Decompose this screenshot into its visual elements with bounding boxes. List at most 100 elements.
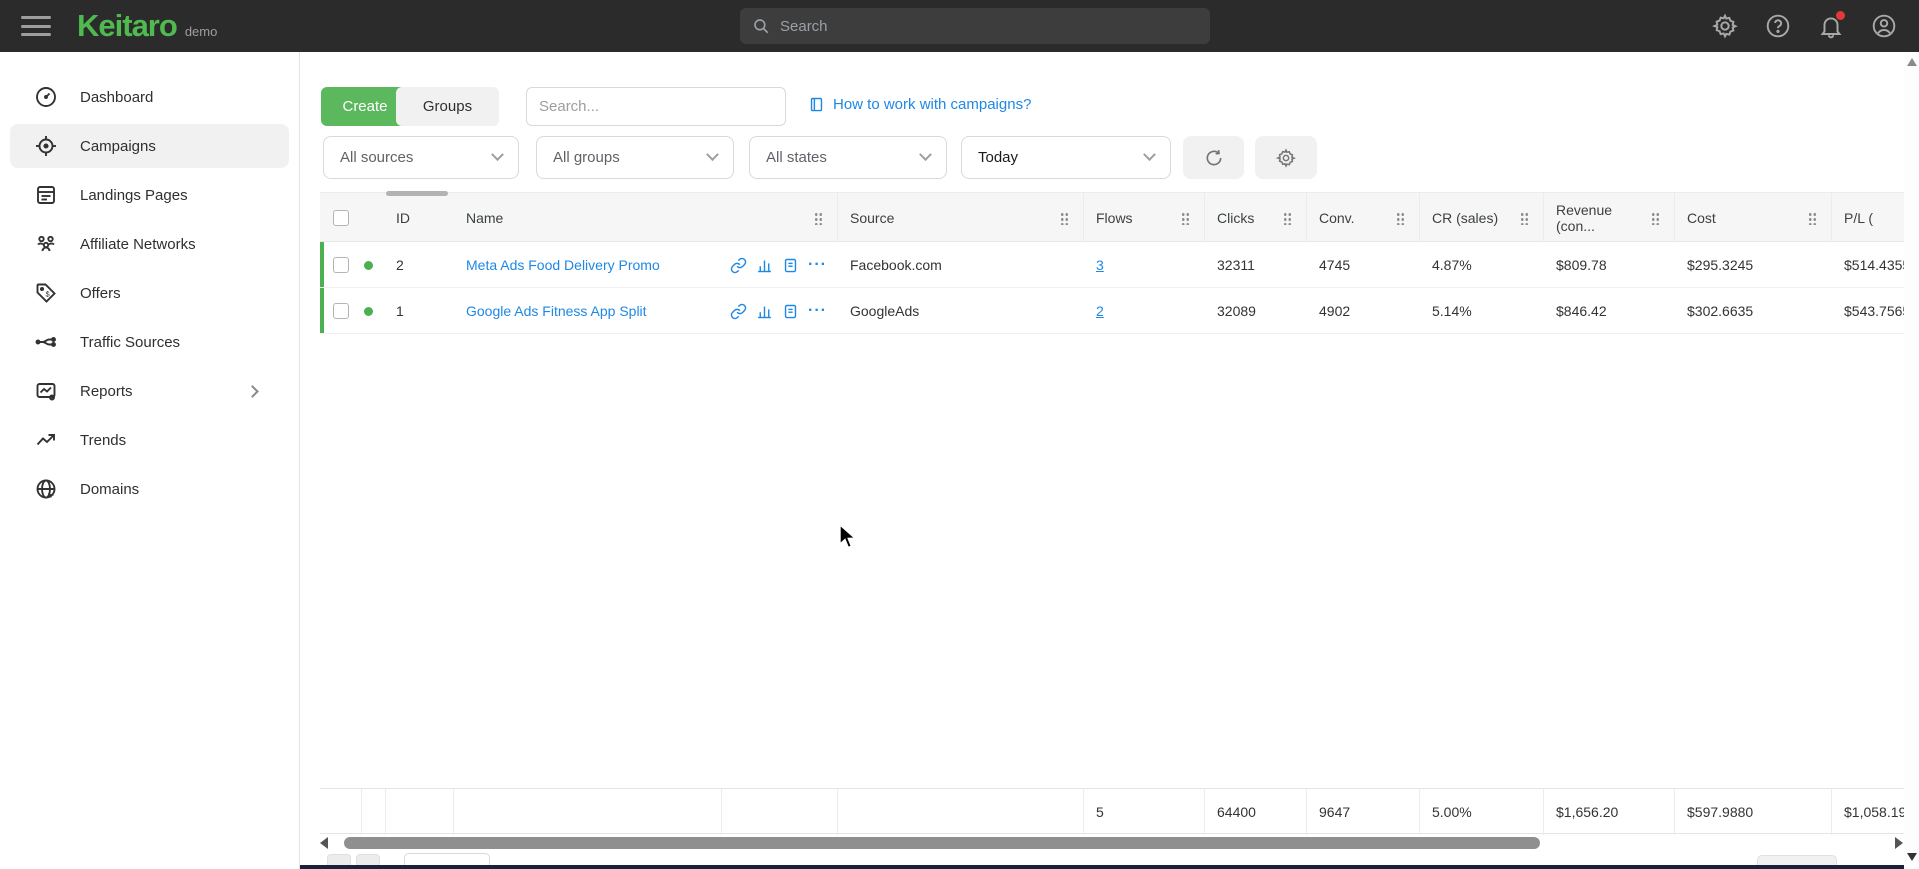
col-header-conv[interactable]: Conv. <box>1307 193 1420 243</box>
col-header-actions <box>722 193 838 243</box>
drag-handle-icon[interactable] <box>1520 211 1529 225</box>
scroll-right-arrow-icon[interactable] <box>1895 837 1903 849</box>
page-icon <box>34 183 58 207</box>
campaign-link-icon[interactable] <box>730 257 747 274</box>
scroll-up-arrow-icon[interactable] <box>1907 58 1917 66</box>
col-header-revenue[interactable]: Revenue (con... <box>1544 193 1675 243</box>
scroll-down-arrow-icon[interactable] <box>1907 853 1917 861</box>
cell-cr: 5.14% <box>1420 288 1544 334</box>
table-settings-button[interactable] <box>1255 136 1317 179</box>
chevron-right-icon <box>246 385 259 398</box>
total-flows: 5 <box>1084 789 1205 835</box>
global-search-input[interactable] <box>780 18 1198 35</box>
help-icon[interactable] <box>1765 13 1791 39</box>
drag-handle-icon[interactable] <box>1396 211 1405 225</box>
stats-chart-icon[interactable] <box>756 303 773 320</box>
sidebar-item-affiliate-networks[interactable]: Affiliate Networks <box>10 222 289 266</box>
flows-link[interactable]: 2 <box>1096 303 1104 319</box>
sidebar-item-dashboard[interactable]: Dashboard <box>10 75 289 119</box>
campaign-name-link[interactable]: Meta Ads Food Delivery Promo <box>466 257 660 273</box>
status-header-cell <box>362 193 386 243</box>
drag-handle-icon[interactable] <box>1808 211 1817 225</box>
notifications-bell-icon[interactable] <box>1818 13 1844 39</box>
sidebar-item-offers[interactable]: $ Offers <box>10 271 289 315</box>
row-checkbox[interactable] <box>333 303 349 319</box>
gear-icon <box>1276 148 1296 168</box>
stats-chart-icon[interactable] <box>756 257 773 274</box>
select-all-checkbox[interactable] <box>333 210 349 226</box>
col-header-name[interactable]: Name <box>454 193 722 243</box>
sidebar-item-traffic-sources[interactable]: Traffic Sources <box>10 320 289 364</box>
cell-conv: 4902 <box>1307 288 1420 334</box>
row-actions: ··· <box>722 242 838 288</box>
row-actions: ··· <box>722 288 838 334</box>
groups-filter-dropdown[interactable]: All groups <box>536 136 734 179</box>
account-icon[interactable] <box>1871 13 1897 39</box>
total-clicks: 64400 <box>1205 789 1307 835</box>
cell-source: Facebook.com <box>838 242 1084 288</box>
col-header-flows[interactable]: Flows <box>1084 193 1205 243</box>
cell-revenue: $809.78 <box>1544 242 1675 288</box>
sidebar-item-reports[interactable]: Reports <box>10 369 289 413</box>
app-logo: Keitaro <box>77 8 177 44</box>
notification-dot <box>1836 11 1845 20</box>
topbar-actions <box>1712 0 1897 52</box>
globe-icon <box>34 477 58 501</box>
flows-link[interactable]: 3 <box>1096 257 1104 273</box>
help-campaigns-link[interactable]: How to work with campaigns? <box>808 96 1031 113</box>
more-actions-icon[interactable]: ··· <box>808 306 827 316</box>
menu-icon[interactable] <box>21 16 51 36</box>
global-search[interactable] <box>740 8 1210 44</box>
sources-filter-dropdown[interactable]: All sources <box>323 136 519 179</box>
col-header-id[interactable]: ID <box>386 193 454 243</box>
target-icon <box>34 134 58 158</box>
col-header-clicks[interactable]: Clicks <box>1205 193 1307 243</box>
drag-handle-icon[interactable] <box>1181 211 1190 225</box>
campaigns-search-input[interactable] <box>526 87 786 126</box>
vertical-scrollbar[interactable] <box>1904 52 1919 869</box>
drag-handle-icon[interactable] <box>814 211 823 225</box>
cell-clicks: 32311 <box>1205 242 1307 288</box>
chevron-down-icon <box>919 148 932 161</box>
states-filter-dropdown[interactable]: All states <box>749 136 947 179</box>
status-active-dot <box>364 261 373 270</box>
cell-cost: $295.3245 <box>1675 242 1832 288</box>
drag-handle-icon[interactable] <box>1651 211 1660 225</box>
scroll-left-arrow-icon[interactable] <box>320 837 328 849</box>
status-active-dot <box>364 307 373 316</box>
col-header-cost[interactable]: Cost <box>1675 193 1832 243</box>
row-checkbox[interactable] <box>333 257 349 273</box>
env-badge: demo <box>185 24 218 39</box>
groups-button[interactable]: Groups <box>396 87 499 126</box>
cell-id: 1 <box>386 288 454 334</box>
cell-cost: $302.6635 <box>1675 288 1832 334</box>
refresh-button[interactable] <box>1183 136 1244 179</box>
people-icon <box>34 232 58 256</box>
cell-revenue: $846.42 <box>1544 288 1675 334</box>
sidebar-item-landings-pages[interactable]: Landings Pages <box>10 173 289 217</box>
settings-gear-icon[interactable] <box>1712 13 1738 39</box>
date-range-dropdown[interactable]: Today <box>961 136 1171 179</box>
table-top-scrollbar[interactable] <box>386 191 448 196</box>
cell-source: GoogleAds <box>838 288 1084 334</box>
table-row[interactable]: 1 Google Ads Fitness App Split ··· Googl… <box>320 288 1919 334</box>
campaign-link-icon[interactable] <box>730 303 747 320</box>
chevron-down-icon <box>706 148 719 161</box>
report-doc-icon[interactable] <box>782 303 799 320</box>
sidebar-item-trends[interactable]: Trends <box>10 418 289 462</box>
drag-handle-icon[interactable] <box>1283 211 1292 225</box>
drag-handle-icon[interactable] <box>1060 211 1069 225</box>
horizontal-scrollbar-thumb[interactable] <box>344 837 1540 849</box>
col-header-source[interactable]: Source <box>838 193 1084 243</box>
trend-up-icon <box>34 428 58 452</box>
cell-id: 2 <box>386 242 454 288</box>
table-row[interactable]: 2 Meta Ads Food Delivery Promo ··· Faceb… <box>320 242 1919 288</box>
top-bar: Keitaro demo <box>0 0 1919 52</box>
more-actions-icon[interactable]: ··· <box>808 260 827 270</box>
col-header-cr-sales[interactable]: CR (sales) <box>1420 193 1544 243</box>
sidebar-item-domains[interactable]: Domains <box>10 467 289 511</box>
horizontal-scrollbar[interactable] <box>320 834 1903 852</box>
report-doc-icon[interactable] <box>782 257 799 274</box>
sidebar-item-campaigns[interactable]: Campaigns <box>10 124 289 168</box>
campaign-name-link[interactable]: Google Ads Fitness App Split <box>466 303 647 319</box>
